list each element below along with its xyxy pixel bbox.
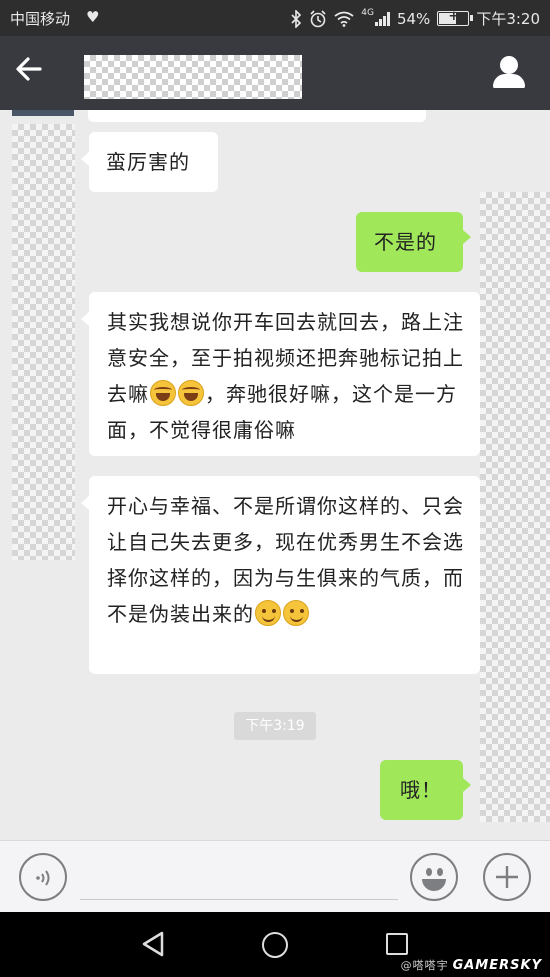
arrow-left-icon [16, 57, 42, 81]
avatar[interactable] [12, 110, 74, 116]
status-icons: 4G 54% 下午3:20 [290, 8, 540, 29]
health-heart-icon: ♥ [86, 8, 100, 26]
plus-icon [496, 866, 518, 888]
message-input[interactable] [80, 899, 398, 900]
emoji-button[interactable] [410, 853, 458, 901]
signal-icon [374, 11, 390, 26]
battery-icon [437, 9, 474, 26]
smiling-emoji-icon [255, 600, 281, 626]
message-bubble[interactable]: 开心与幸福、不是所谓你这样的、只会让自己失去更多，现在优秀男生不会选择你这样的，… [81, 476, 480, 674]
self-avatar-redacted[interactable] [480, 192, 550, 822]
clock: 下午3:20 [476, 10, 540, 28]
system-nav-bar: @嗒嗒宇 GAMERSKY [0, 912, 550, 977]
sender-avatar-redacted[interactable] [12, 124, 75, 560]
message-list[interactable]: 蛮厉害的 不是的 其实我想说你开车回去就回去，路上注意安全，至于拍视频还把奔驰标… [0, 110, 550, 840]
message-bubble-self[interactable]: 不是的 [356, 212, 471, 272]
nav-recents-icon[interactable] [386, 933, 408, 955]
nav-back-icon[interactable] [140, 930, 166, 958]
smiling-emoji-icon [283, 600, 309, 626]
watermark-handle: @嗒嗒宇 [400, 959, 449, 972]
watermark: @嗒嗒宇 GAMERSKY [401, 957, 542, 973]
laughing-emoji-icon [150, 380, 176, 406]
voice-button[interactable] [19, 853, 67, 901]
message-bubble[interactable]: 蛮厉害的 [81, 132, 218, 192]
wifi-icon [334, 11, 354, 27]
message-bubble-partial [88, 110, 426, 122]
message-text: 哦！ [400, 778, 442, 802]
battery-percent: 54% [396, 9, 431, 28]
more-actions-button[interactable] [483, 853, 531, 901]
network-type: 4G [361, 7, 374, 18]
alarm-icon [310, 9, 326, 27]
bluetooth-icon [291, 9, 302, 28]
chat-header [0, 36, 550, 110]
watermark-brand: GAMERSKY [452, 958, 542, 973]
message-text: 蛮厉害的 [106, 150, 190, 174]
message-timestamp: 下午3:19 [234, 712, 316, 740]
chat-profile-button[interactable] [490, 52, 530, 92]
message-text: 不是的 [374, 230, 437, 254]
message-bubble-self[interactable]: 哦！ [380, 760, 471, 820]
status-bar: 中国移动 ♥ 4G 54% 下午3:20 [0, 0, 550, 36]
nav-home-icon[interactable] [262, 932, 288, 958]
voice-icon [36, 870, 50, 886]
smiley-face-icon [426, 868, 432, 876]
back-button[interactable] [14, 54, 60, 94]
person-icon [500, 56, 518, 74]
carrier-label: 中国移动 [10, 10, 71, 28]
input-bar [0, 840, 550, 912]
laughing-emoji-icon [178, 380, 204, 406]
chat-title-redacted [84, 55, 302, 99]
message-bubble[interactable]: 其实我想说你开车回去就回去，路上注意安全，至于拍视频还把奔驰标记拍上去嘛 ，奔驰很… [81, 292, 480, 456]
